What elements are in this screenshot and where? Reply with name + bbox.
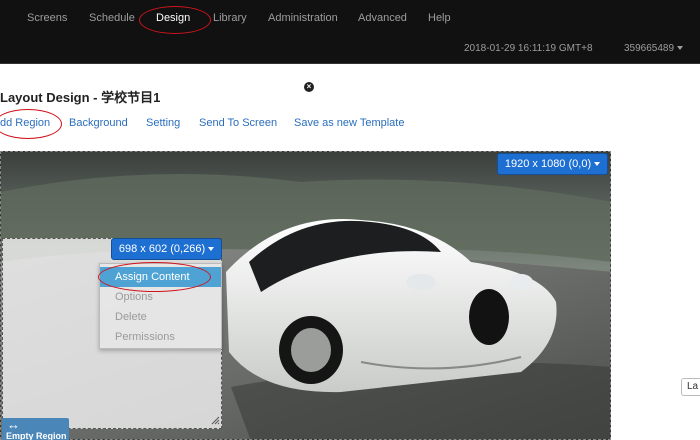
annotation-circle-design <box>139 6 211 34</box>
user-name: 359665489 <box>624 43 675 54</box>
close-icon[interactable]: × <box>304 82 314 92</box>
nav-schedule[interactable]: Schedule <box>89 12 135 24</box>
chevron-down-icon <box>677 46 684 51</box>
server-datetime: 2018-01-29 16:11:19 GMT+8 <box>464 43 593 54</box>
layout-resolution-label: 1920 x 1080 (0,0) <box>504 158 592 170</box>
user-menu[interactable]: 359665489 <box>624 43 684 54</box>
menu-item-permissions[interactable]: Permissions <box>100 327 221 347</box>
top-navbar: Screens Schedule Design Library Administ… <box>0 0 700 64</box>
menu-item-delete[interactable]: Delete <box>100 307 221 327</box>
nav-library[interactable]: Library <box>213 12 247 24</box>
side-panel-tab[interactable]: La <box>681 378 700 396</box>
annotation-circle-assign-content <box>98 262 211 292</box>
nav-screens[interactable]: Screens <box>27 12 67 24</box>
empty-region-tag[interactable]: ↔ Empty Region <box>2 418 69 440</box>
chevron-down-icon <box>594 162 601 167</box>
nav-advanced[interactable]: Advanced <box>358 12 407 24</box>
layout-resolution-button[interactable]: 1920 x 1080 (0,0) <box>497 153 608 175</box>
nav-help[interactable]: Help <box>428 12 451 24</box>
send-to-screen-link[interactable]: Send To Screen <box>199 117 277 129</box>
annotation-circle-add-region <box>0 109 62 139</box>
setting-link[interactable]: Setting <box>146 117 180 129</box>
region-size-label: 698 x 602 (0,266) <box>118 243 206 255</box>
empty-region-label: Empty Region <box>6 431 67 440</box>
move-arrows-icon: ↔ <box>7 417 20 432</box>
region-size-button[interactable]: 698 x 602 (0,266) <box>111 238 222 260</box>
save-template-link[interactable]: Save as new Template <box>294 117 404 129</box>
background-link[interactable]: Background <box>69 117 128 129</box>
resize-handle-icon[interactable] <box>211 416 220 425</box>
page-title: Layout Design - 学校节目1 <box>0 90 161 105</box>
nav-administration[interactable]: Administration <box>268 12 338 24</box>
chevron-down-icon <box>208 247 215 252</box>
